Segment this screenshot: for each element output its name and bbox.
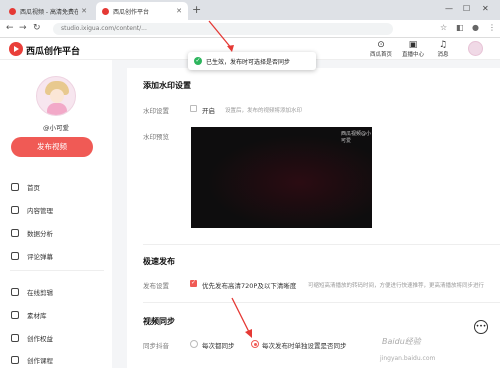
annotation-arrows [208, 20, 252, 338]
annotation-arrow-bottom [231, 297, 251, 335]
annotation-arrow-top [208, 20, 233, 50]
annotation-arrowhead-top [227, 45, 234, 52]
baidu-watermark-site: jingyan.baidu.com [380, 355, 436, 362]
baidu-watermark: Baidu经验 [382, 337, 421, 346]
